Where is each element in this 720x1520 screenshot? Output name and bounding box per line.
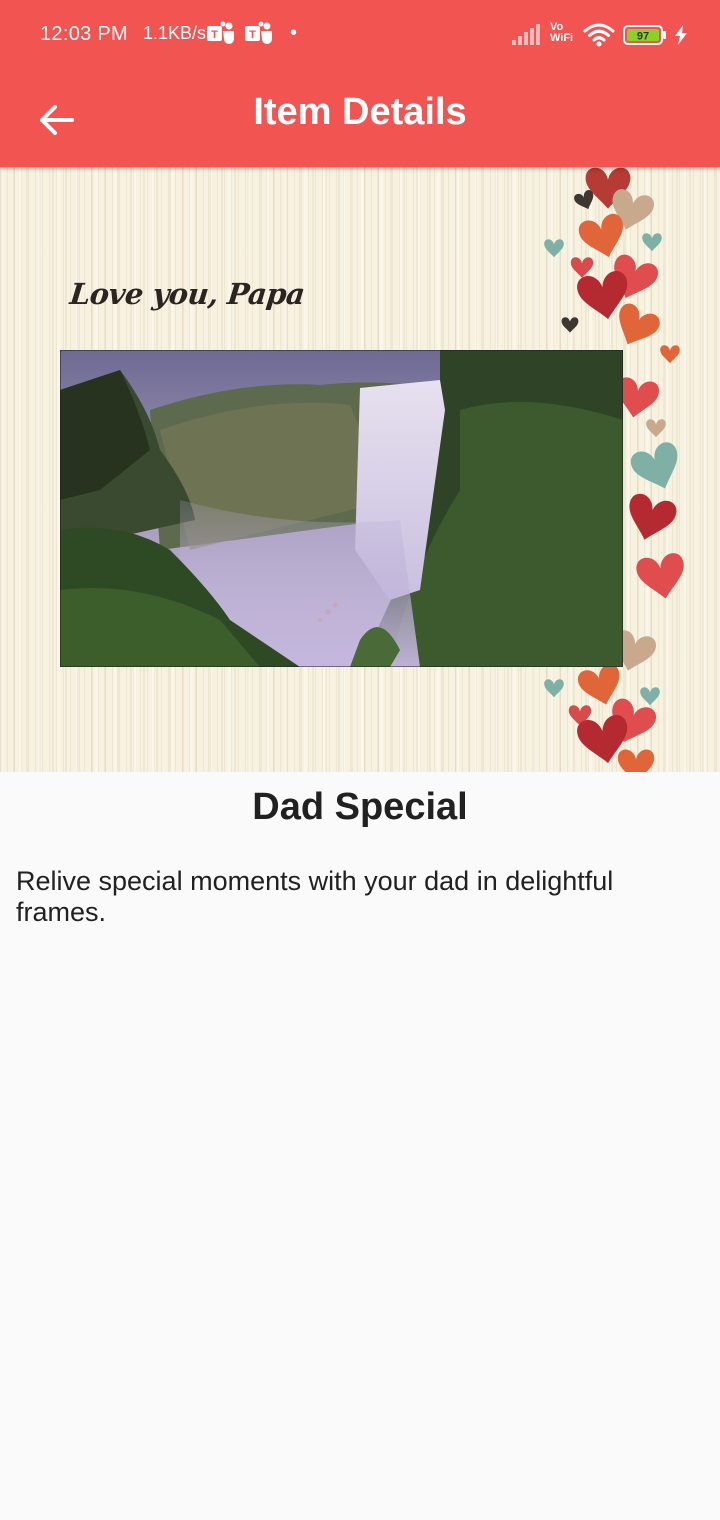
teams-icon: T — [207, 21, 234, 44]
battery-level: 97 — [637, 31, 649, 43]
waterfall-photo — [60, 350, 623, 667]
battery-icon: 97 — [623, 25, 666, 45]
status-time: 12:03 PM — [40, 23, 129, 45]
item-description: Relive special moments with your dad in … — [16, 866, 614, 927]
status-network-speed: 1.1KB/s — [143, 23, 207, 43]
svg-text:T: T — [249, 29, 256, 41]
teams-icon: T — [245, 21, 272, 44]
item-image: Love you, Papa — [0, 167, 720, 772]
card-caption: Love you, Papa — [68, 277, 307, 311]
page-title: Item Details — [253, 90, 467, 133]
item-title: Dad Special — [252, 786, 468, 828]
wifi-label: WiFi — [550, 32, 574, 44]
svg-text:T: T — [211, 29, 218, 41]
status-bar: 12:03 PM 1.1KB/s T T • Vo WiFi 97 — [0, 0, 720, 70]
signal-icon — [512, 24, 540, 45]
notification-dot: • — [290, 22, 298, 44]
vowifi-icon: Vo WiFi — [550, 22, 573, 44]
charging-icon — [675, 25, 687, 45]
top-bar: 12:03 PM 1.1KB/s T T • Vo WiFi 97 Item D… — [0, 0, 720, 167]
wifi-icon — [583, 23, 615, 47]
app-bar: Item Details — [0, 70, 720, 167]
